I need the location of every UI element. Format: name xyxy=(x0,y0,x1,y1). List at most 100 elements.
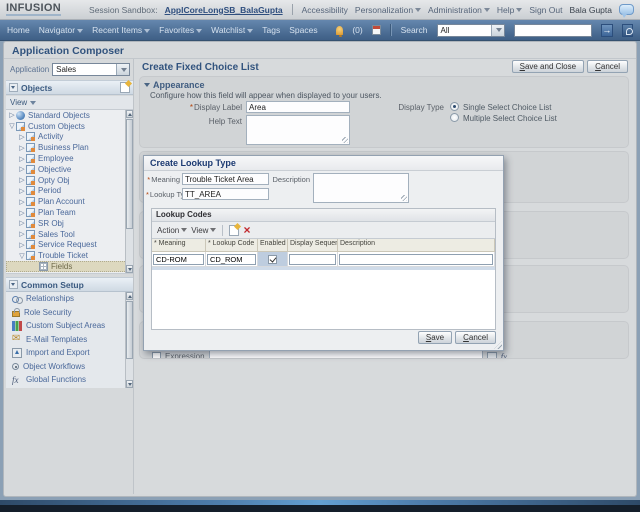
scroll-thumb[interactable] xyxy=(126,119,133,229)
sidebar-item-global-functions[interactable]: fxGlobal Functions xyxy=(6,373,133,387)
expand-icon[interactable]: ▷ xyxy=(18,165,26,173)
description-field[interactable] xyxy=(313,173,409,203)
nav-recent-items-menu[interactable]: Recent Items xyxy=(92,25,150,35)
sidebar-item-object-workflows[interactable]: Object Workflows xyxy=(6,360,133,374)
tree-item-opty-obj[interactable]: ▷Opty Obj xyxy=(6,175,133,186)
display-label-field[interactable] xyxy=(246,101,350,113)
list-scrollbar[interactable] xyxy=(125,292,133,388)
view-menu[interactable]: View xyxy=(191,226,216,235)
scroll-up-icon[interactable] xyxy=(126,292,133,300)
nav-favorites-menu[interactable]: Favorites xyxy=(159,25,202,35)
tree-item-service-request[interactable]: ▷Service Request xyxy=(6,240,133,251)
calendar-icon[interactable] xyxy=(372,25,381,35)
nav-spaces[interactable]: Spaces xyxy=(289,25,317,35)
scroll-down-icon[interactable] xyxy=(126,265,133,273)
meaning-field[interactable] xyxy=(182,173,269,185)
row-enabled-checkbox[interactable] xyxy=(268,255,277,264)
session-sandbox-link[interactable]: ApplCoreLongSB_BalaGupta xyxy=(165,5,283,15)
scroll-up-icon[interactable] xyxy=(126,110,133,118)
nav-navigator-menu[interactable]: Navigator xyxy=(39,25,83,35)
column-header-description[interactable]: Description xyxy=(338,239,495,251)
dialog-cancel-button[interactable]: Cancel xyxy=(455,331,496,344)
tree-item-trouble-ticket[interactable]: ▽Trouble Ticket xyxy=(6,250,133,261)
sidebar-item-relationships[interactable]: Relationships xyxy=(6,292,133,306)
personalization-menu[interactable]: Personalization xyxy=(355,5,421,15)
tree-item-plan-team[interactable]: ▷Plan Team xyxy=(6,207,133,218)
expand-icon[interactable]: ▷ xyxy=(18,155,26,163)
action-menu[interactable]: Action xyxy=(157,226,187,235)
delete-row-icon[interactable]: × xyxy=(243,225,250,235)
notifications-bell-icon[interactable] xyxy=(336,26,344,35)
scroll-thumb[interactable] xyxy=(126,301,133,359)
sidebar-item-email-templates[interactable]: ✉E-Mail Templates xyxy=(6,333,133,347)
tree-item-activity[interactable]: ▷Activity xyxy=(6,132,133,143)
tree-item-objective[interactable]: ▷Objective xyxy=(6,164,133,175)
collapse-icon[interactable] xyxy=(9,83,18,92)
expand-icon[interactable]: ▷ xyxy=(8,111,16,119)
column-header-meaning[interactable]: * Meaning xyxy=(152,239,206,251)
sidebar-item-import-export[interactable]: Import and Export xyxy=(6,346,133,360)
add-row-icon[interactable] xyxy=(229,225,239,236)
search-input[interactable] xyxy=(514,24,592,37)
tree-scrollbar[interactable] xyxy=(125,110,133,273)
cancel-button[interactable]: Cancel xyxy=(587,60,628,73)
accessibility-link[interactable]: Accessibility xyxy=(302,5,348,15)
collapse-icon[interactable]: ▽ xyxy=(18,252,26,260)
column-header-enabled[interactable]: Enabled xyxy=(258,239,288,251)
tree-item-employee[interactable]: ▷Employee xyxy=(6,153,133,164)
save-and-close-button[interactable]: Save and Close xyxy=(512,60,585,73)
expression-field[interactable] xyxy=(209,350,483,359)
tree-item-plan-account[interactable]: ▷Plan Account xyxy=(6,196,133,207)
select-dropdown-button[interactable] xyxy=(491,25,504,36)
sign-out-link[interactable]: Sign Out xyxy=(529,5,562,15)
select-dropdown-button[interactable] xyxy=(116,64,129,75)
tree-item-sr-obj[interactable]: ▷SR Obj xyxy=(6,218,133,229)
expand-icon[interactable]: ▷ xyxy=(18,176,26,184)
tree-view-menu[interactable]: View xyxy=(6,96,133,110)
row-description-field[interactable] xyxy=(339,254,493,265)
nav-tags[interactable]: Tags xyxy=(262,25,280,35)
dialog-save-button[interactable]: Save xyxy=(418,331,452,344)
new-object-icon[interactable] xyxy=(120,82,130,93)
sidebar-item-custom-subject-areas[interactable]: Custom Subject Areas xyxy=(6,319,133,333)
multiple-select-radio[interactable] xyxy=(450,113,459,122)
row-meaning-field[interactable] xyxy=(153,254,204,265)
expand-icon[interactable]: ▷ xyxy=(18,230,26,238)
tree-item-period[interactable]: ▷Period xyxy=(6,186,133,197)
row-display-sequence-field[interactable] xyxy=(289,254,336,265)
nav-home[interactable]: Home xyxy=(7,25,30,35)
search-scope-select[interactable]: All xyxy=(437,24,506,37)
tree-item-custom-objects[interactable]: ▽Custom Objects xyxy=(6,121,133,132)
expand-icon[interactable]: ▷ xyxy=(18,219,26,227)
nav-watchlist-menu[interactable]: Watchlist xyxy=(211,25,253,35)
help-menu[interactable]: Help xyxy=(497,5,522,15)
collapse-icon[interactable]: ▽ xyxy=(8,122,16,130)
tree-item-fields[interactable]: Fields xyxy=(6,261,133,272)
tree-item-standard-objects[interactable]: ▷Standard Objects xyxy=(6,110,133,121)
table-row[interactable] xyxy=(152,252,495,267)
column-header-display-sequence[interactable]: Display Sequence xyxy=(288,239,338,251)
scroll-down-icon[interactable] xyxy=(126,380,133,388)
help-text-field[interactable] xyxy=(246,115,350,145)
expand-icon[interactable]: ▷ xyxy=(18,144,26,152)
row-lookup-code-field[interactable] xyxy=(207,254,256,265)
expand-icon[interactable]: ▷ xyxy=(18,198,26,206)
appearance-section-header[interactable]: Appearance xyxy=(140,77,628,90)
lookup-type-field[interactable] xyxy=(182,188,269,200)
expand-icon[interactable]: ▷ xyxy=(18,241,26,249)
tree-item-sales-tool[interactable]: ▷Sales Tool xyxy=(6,229,133,240)
collapse-icon[interactable] xyxy=(9,280,18,289)
advanced-search-icon[interactable] xyxy=(622,24,633,37)
expression-checkbox[interactable] xyxy=(152,352,161,359)
expand-icon[interactable]: ▷ xyxy=(18,209,26,217)
column-header-lookup-code[interactable]: * Lookup Code xyxy=(206,239,258,251)
sidebar-item-role-security[interactable]: Role Security xyxy=(6,306,133,320)
tree-item-business-plan[interactable]: ▷Business Plan xyxy=(6,142,133,153)
application-select[interactable]: Sales xyxy=(52,63,130,76)
search-go-button[interactable]: → xyxy=(601,24,612,37)
expand-icon[interactable]: ▷ xyxy=(18,133,26,141)
expand-icon[interactable]: ▷ xyxy=(18,187,26,195)
edit-expression-icon[interactable] xyxy=(487,352,497,360)
chat-icon[interactable] xyxy=(619,4,634,15)
administration-menu[interactable]: Administration xyxy=(428,5,490,15)
